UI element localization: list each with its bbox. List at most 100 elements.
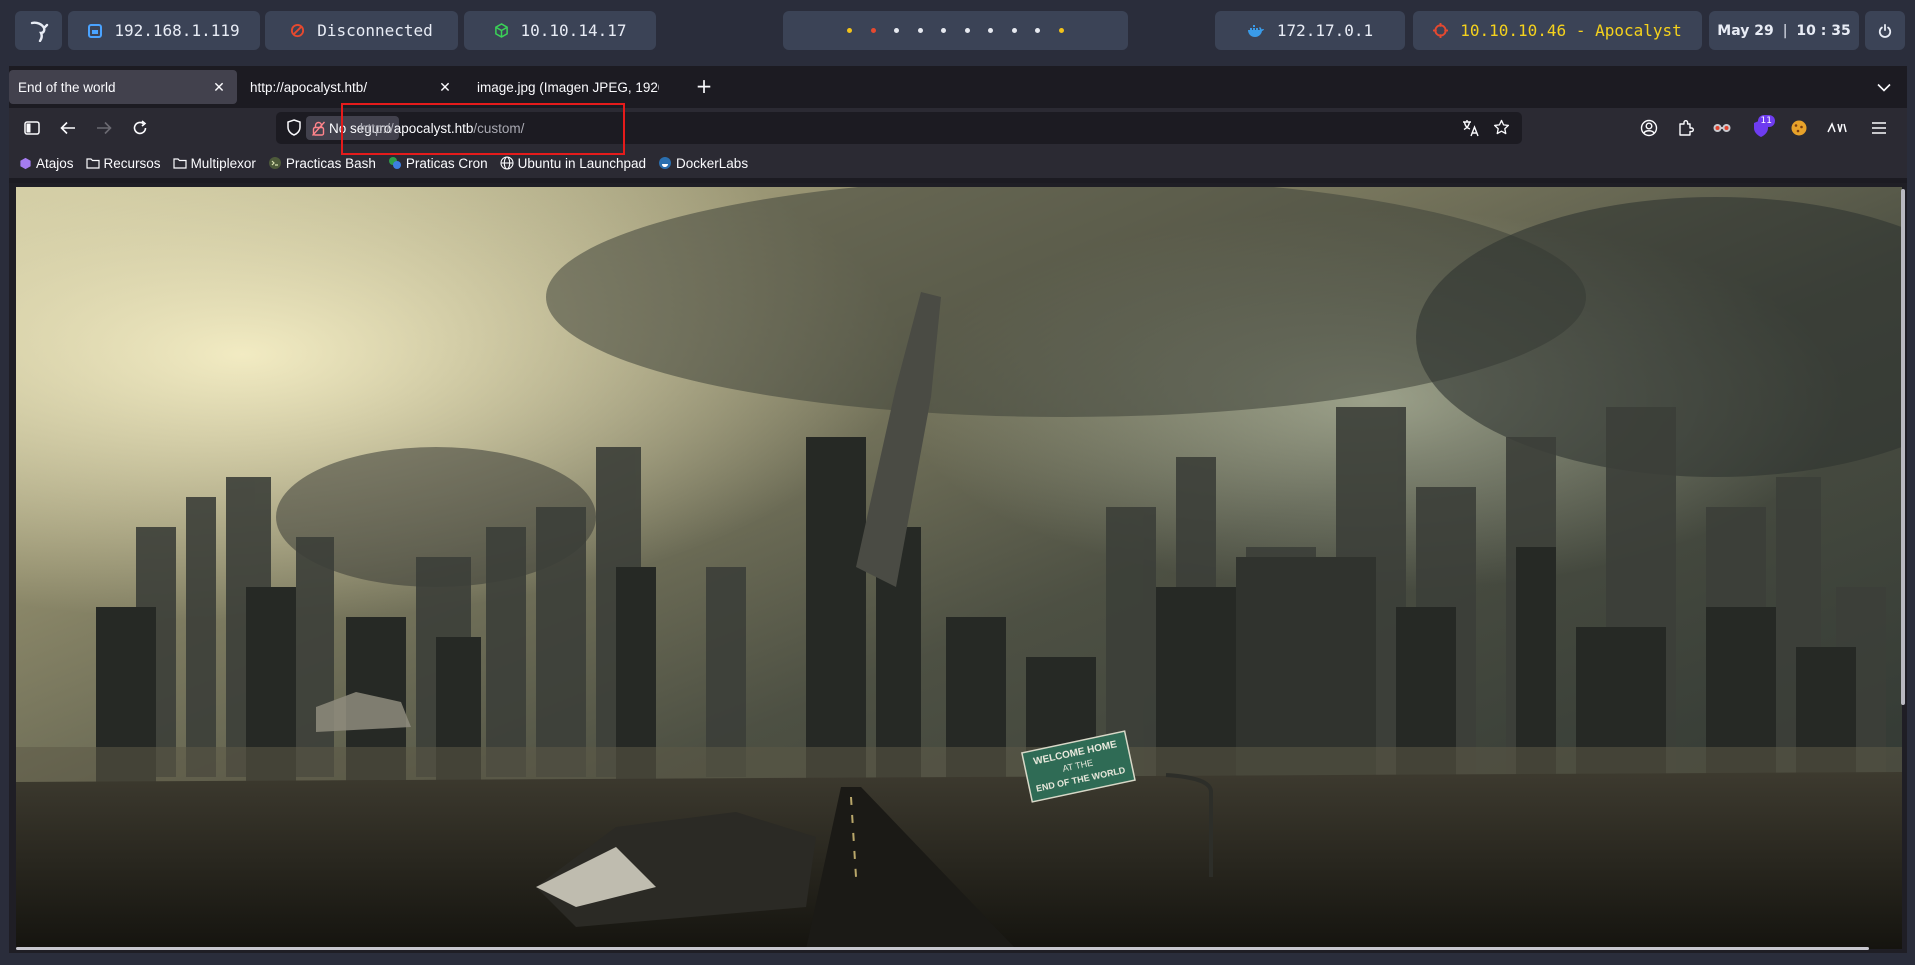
apocalypse-scene: WELCOME HOME AT THE END OF THE WORLD: [16, 187, 1902, 949]
globe-icon: [500, 156, 514, 170]
local-ip-widget[interactable]: 192.168.1.119: [68, 11, 260, 50]
tab-image-jpg[interactable]: image.jpg (Imagen JPEG, 1920: [468, 70, 668, 104]
workspaces: [783, 11, 1128, 50]
browser-window: End of the world ✕ http://apocalyst.htb/…: [9, 66, 1907, 953]
power-icon: [1878, 23, 1892, 38]
vpn-ip-widget[interactable]: 10.10.14.17: [464, 11, 656, 50]
horizontal-scrollbar[interactable]: [16, 947, 1869, 950]
tab-label: End of the world: [18, 79, 116, 95]
bookmark-label: Recursos: [103, 155, 161, 171]
cookie-extension[interactable]: [1785, 114, 1813, 142]
workspace-indicator[interactable]: [988, 28, 994, 33]
workspace-indicator[interactable]: [1058, 28, 1064, 33]
shield-icon[interactable]: [286, 119, 302, 136]
workspace-indicator[interactable]: [870, 28, 876, 33]
foxyproxy-extension[interactable]: [1708, 114, 1736, 142]
bookmark-label: Praticas Cron: [405, 155, 488, 171]
tab-apocalyst[interactable]: http://apocalyst.htb/ ✕: [241, 70, 463, 104]
wappalyzer-extension[interactable]: [1823, 114, 1851, 142]
workspace-indicator[interactable]: [1011, 28, 1017, 33]
docker-whale-icon: [1247, 24, 1264, 37]
bookmark-item[interactable]: Praticas Cron: [388, 156, 488, 171]
power-button[interactable]: [1865, 11, 1905, 50]
plus-icon: +: [695, 74, 713, 98]
kali-dragon-icon: [30, 21, 48, 42]
tab-label: image.jpg (Imagen JPEG, 1920: [477, 79, 659, 95]
dockerlabs-icon: [658, 156, 672, 170]
folder-icon: [85, 157, 100, 169]
ublock-extension[interactable]: 11: [1747, 114, 1775, 142]
vertical-scrollbar[interactable]: [1901, 189, 1905, 705]
hexagon-icon: [19, 157, 32, 170]
time: 10 : 35: [1796, 22, 1851, 39]
docker-ip: 172.17.0.1: [1276, 21, 1374, 40]
reload-icon: [133, 120, 147, 135]
cron-icon: [388, 156, 402, 170]
tab-bar: End of the world ✕ http://apocalyst.htb/…: [9, 66, 1907, 108]
docker-ip-widget[interactable]: 172.17.0.1: [1215, 11, 1405, 50]
bookmark-item[interactable]: Multiplexor: [172, 155, 256, 171]
vpn-ip: 10.10.14.17: [520, 21, 627, 40]
insecure-lock-icon: [312, 121, 325, 136]
sidebar-button[interactable]: [18, 114, 46, 142]
crosshair-icon: [1433, 23, 1449, 38]
chevron-down-icon: [1877, 83, 1891, 92]
close-icon[interactable]: ✕: [210, 78, 228, 96]
arrow-right-icon: [97, 121, 112, 135]
list-all-tabs-button[interactable]: [1873, 76, 1895, 98]
puzzle-icon: [1679, 120, 1694, 136]
polybar: 192.168.1.119 Disconnected 10.10.14.17 1…: [0, 0, 1915, 62]
bookmark-star-icon[interactable]: [1493, 119, 1510, 136]
target-widget[interactable]: 10.10.10.46 - Apocalyst: [1413, 11, 1702, 50]
target-label: 10.10.10.46 - Apocalyst: [1460, 21, 1682, 40]
extension-badge: 11: [1757, 115, 1775, 127]
tab-end-of-the-world[interactable]: End of the world ✕: [9, 70, 237, 104]
extensions-button[interactable]: [1672, 114, 1700, 142]
bookmark-item[interactable]: Ubuntu in Launchpad: [500, 156, 646, 171]
bookmark-label: Practicas Bash: [285, 155, 376, 171]
bookmark-item[interactable]: Recursos: [85, 155, 161, 171]
clock-widget[interactable]: May 29 | 10 : 35: [1709, 11, 1859, 50]
red-highlight-annotation: [341, 103, 625, 155]
cookie-icon: [1791, 120, 1807, 136]
workspace-indicator[interactable]: [894, 28, 900, 33]
workspace-indicator[interactable]: [1035, 28, 1041, 33]
monitor-icon: [88, 23, 103, 38]
workspace-indicator[interactable]: [917, 28, 923, 33]
back-button[interactable]: [54, 114, 82, 142]
close-icon[interactable]: ✕: [436, 78, 454, 96]
new-tab-button[interactable]: +: [692, 74, 716, 98]
apocalypse-city-image: WELCOME HOME AT THE END OF THE WORLD: [16, 187, 1902, 949]
cube-icon: [494, 23, 508, 38]
bookmark-item[interactable]: Practicas Bash: [268, 156, 376, 171]
bookmarks-toolbar: Atajos Recursos Multiplexor Practicas Bash P…: [9, 148, 1907, 178]
bookmark-label: DockerLabs: [676, 155, 749, 171]
bookmark-label: Atajos: [36, 155, 74, 171]
bookmark-label: Multiplexor: [190, 155, 256, 171]
workspace-indicator[interactable]: [964, 28, 970, 33]
kali-menu-button[interactable]: [15, 11, 62, 50]
account-icon: [1640, 119, 1658, 137]
local-ip: 192.168.1.119: [114, 21, 240, 40]
workspace-indicator[interactable]: [847, 28, 853, 33]
bash-icon: [268, 156, 282, 170]
workspace-indicator[interactable]: [941, 28, 947, 33]
nav-toolbar: No seguro http://apocalyst.htb/custom/ 1…: [9, 108, 1907, 148]
account-button[interactable]: [1635, 114, 1663, 142]
forward-button[interactable]: [90, 114, 118, 142]
sidebar-icon: [24, 121, 40, 135]
app-menu-button[interactable]: [1865, 114, 1893, 142]
disconnected-icon: [291, 23, 305, 38]
tab-label: http://apocalyst.htb/: [250, 79, 368, 95]
date: May 29: [1717, 22, 1774, 39]
vpn-status-widget[interactable]: Disconnected: [265, 11, 458, 50]
user-agent-icon: [1827, 122, 1847, 133]
translate-icon[interactable]: [1462, 119, 1480, 137]
reload-button[interactable]: [126, 114, 154, 142]
arrow-left-icon: [60, 121, 75, 135]
bookmark-label: Ubuntu in Launchpad: [517, 155, 647, 171]
bookmark-item[interactable]: DockerLabs: [658, 156, 748, 171]
proxy-glasses-icon: [1713, 124, 1731, 132]
bookmark-item[interactable]: Atajos: [19, 156, 74, 171]
page-content: WELCOME HOME AT THE END OF THE WORLD: [9, 183, 1907, 953]
